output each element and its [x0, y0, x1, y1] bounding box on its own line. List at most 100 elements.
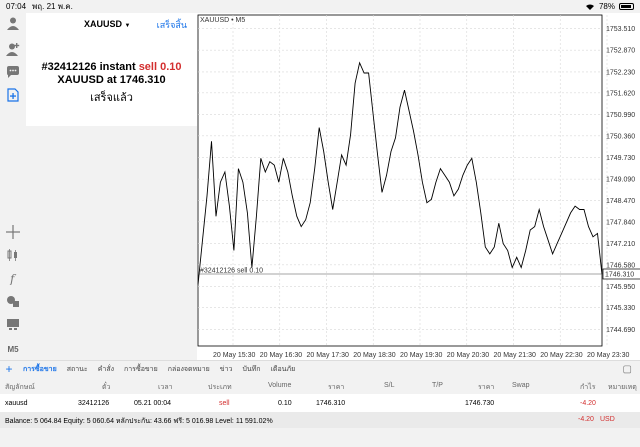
user-add-icon[interactable] — [5, 41, 21, 57]
row-type: sell — [219, 400, 230, 407]
templates-icon[interactable] — [5, 316, 21, 332]
symbol-name: XAUUSD — [84, 19, 123, 29]
col-tp[interactable]: T/P — [432, 382, 443, 389]
y-tick-label: 1744.690 — [606, 327, 635, 334]
price-chart[interactable]: 1753.510 1752.870 1752.230 1751.620 1750.990… — [197, 13, 640, 360]
y-tick-label: 1749.090 — [606, 177, 635, 184]
svg-text:f: f — [9, 272, 17, 285]
battery-icon — [619, 3, 634, 10]
table-row[interactable]: xauusd 32412126 05.21 00:04 sell 0.10 17… — [0, 394, 640, 412]
tab-trade[interactable]: การซื้อขาย — [18, 364, 62, 375]
x-tick-label: 20 May 18:30 — [353, 352, 396, 359]
x-tick-label: 20 May 17:30 — [307, 352, 350, 359]
row-profit: -4.20 — [580, 400, 596, 407]
trade-table-header: สัญลักษณ์ ตั๋ว เวลา ประเภท Volume ราคา S… — [0, 377, 640, 394]
chart-svg[interactable]: 1753.510 1752.870 1752.230 1751.620 1750.990… — [197, 13, 640, 360]
indicator-icon[interactable]: f — [5, 270, 21, 286]
col-profit[interactable]: กำไร — [580, 382, 595, 393]
order-volume: 0.10 — [160, 61, 182, 73]
y-tick-label: 1750.990 — [606, 112, 635, 119]
col-time[interactable]: เวลา — [158, 382, 173, 393]
col-swap[interactable]: Swap — [512, 382, 530, 389]
chat-icon[interactable] — [5, 64, 21, 80]
col-type[interactable]: ประเภท — [208, 382, 232, 393]
row-symbol: xauusd — [5, 400, 28, 407]
x-tick-label: 20 May 15:30 — [213, 352, 256, 359]
row-current-price: 1746.730 — [465, 400, 495, 407]
y-tick-label: 1748.470 — [606, 198, 635, 205]
bottom-blank — [0, 428, 640, 447]
col-symbol[interactable]: สัญลักษณ์ — [5, 382, 35, 393]
row-ticket: 32412126 — [78, 400, 110, 407]
y-tick-label: 1750.360 — [606, 133, 635, 140]
app-root: 07:04 พฤ. 21 พ.ค. 78% f M5 XAUUSD ▼ เสร็… — [0, 0, 640, 447]
order-ticket: #32412126 instant — [41, 61, 136, 73]
y-tick-label: 1745.330 — [606, 305, 635, 312]
col-current-price[interactable]: ราคา — [478, 382, 494, 393]
y-tick-label: 1752.230 — [606, 69, 635, 76]
row-time: 05.21 00:04 — [134, 400, 171, 407]
tab-alerts[interactable]: เตือนภัย — [266, 364, 301, 375]
candles-icon[interactable] — [5, 247, 21, 263]
y-tick-label: 1747.210 — [606, 241, 635, 248]
row-price: 1746.310 — [316, 400, 346, 407]
x-tick-label: 20 May 23:30 — [587, 352, 630, 359]
col-volume[interactable]: Volume — [268, 382, 291, 389]
x-tick-label: 20 May 22:30 — [540, 352, 583, 359]
order-action: sell — [138, 61, 158, 73]
order-status: เสร็จแล้ว — [90, 92, 133, 104]
order-confirmation: #32412126 instant sell 0.10 XAUUSD at 17… — [26, 61, 197, 87]
order-panel: XAUUSD ▼ เสร็จสิ้น #32412126 instant sel… — [26, 13, 197, 126]
x-tick-label: 20 May 16:30 — [260, 352, 303, 359]
total-profit: -4.20 — [578, 416, 594, 423]
objects-icon[interactable] — [5, 293, 21, 309]
status-date: พฤ. 21 พ.ค. — [32, 2, 73, 11]
order-line-label: #32412126 sell 0.10 — [200, 267, 263, 274]
add-icon[interactable]: + — [0, 361, 18, 378]
order-panel-blank — [26, 126, 197, 360]
crosshair-icon[interactable] — [5, 224, 21, 240]
order-line: #32412126 instant sell 0.10 — [26, 61, 197, 74]
chart-frame — [197, 14, 603, 347]
tab-positions[interactable]: สถานะ — [62, 364, 93, 375]
tab-mailbox[interactable]: กล่องจดหมาย — [163, 364, 215, 375]
status-right: 78% — [585, 2, 634, 11]
row-volume: 0.10 — [278, 400, 292, 407]
x-tick-label: 20 May 20:30 — [447, 352, 490, 359]
collapse-icon[interactable]: ▢ — [623, 364, 632, 375]
col-price[interactable]: ราคา — [328, 382, 344, 393]
y-tick-label: 1751.620 — [606, 90, 635, 97]
y-tick-label: 1746.580 — [606, 262, 635, 269]
user-icon[interactable] — [5, 15, 21, 31]
battery-percent: 78% — [598, 2, 615, 11]
balance-bar: Balance: 5 064.84 Equity: 5 060.64 หลักป… — [0, 412, 640, 428]
status-bar: 07:04 พฤ. 21 พ.ค. 78% — [0, 0, 640, 13]
col-ticket[interactable]: ตั๋ว — [102, 382, 110, 393]
currency-label: USD — [600, 416, 615, 423]
y-tick-label: 1747.840 — [606, 219, 635, 226]
chevron-down-icon: ▼ — [124, 23, 131, 29]
order-price-line: XAUUSD at 1746.310 — [57, 74, 166, 86]
symbol-selector[interactable]: XAUUSD ▼ — [84, 19, 130, 29]
chart-title: XAUUSD • M5 — [200, 17, 245, 24]
balance-summary: Balance: 5 064.84 Equity: 5 060.64 หลักป… — [5, 418, 273, 425]
col-sl[interactable]: S/L — [384, 382, 395, 389]
tab-orders[interactable]: คำสั่ง — [93, 364, 119, 375]
tab-news[interactable]: ข่าว — [215, 364, 238, 375]
left-toolbar: f M5 — [0, 13, 26, 360]
tab-journal[interactable]: บันทึก — [237, 364, 265, 375]
status-time: 07:04 — [6, 2, 27, 11]
timeframe-button[interactable]: M5 — [5, 341, 21, 357]
col-comment[interactable]: หมายเหตุ — [608, 382, 637, 393]
order-header: XAUUSD ▼ เสร็จสิ้น — [26, 13, 197, 35]
current-price-label: 1746.310 — [605, 271, 634, 278]
y-tick-label: 1753.510 — [606, 26, 635, 33]
x-tick-label: 20 May 19:30 — [400, 352, 443, 359]
tab-history[interactable]: การซื้อขาย — [119, 364, 163, 375]
new-order-icon[interactable] — [5, 87, 21, 103]
price-series-line — [197, 61, 603, 285]
bottom-tabs: + การซื้อขาย สถานะ คำสั่ง การซื้อขาย กล่… — [0, 360, 640, 377]
done-button[interactable]: เสร็จสิ้น — [157, 18, 187, 32]
wifi-icon — [585, 4, 594, 10]
y-tick-label: 1752.870 — [606, 48, 635, 55]
